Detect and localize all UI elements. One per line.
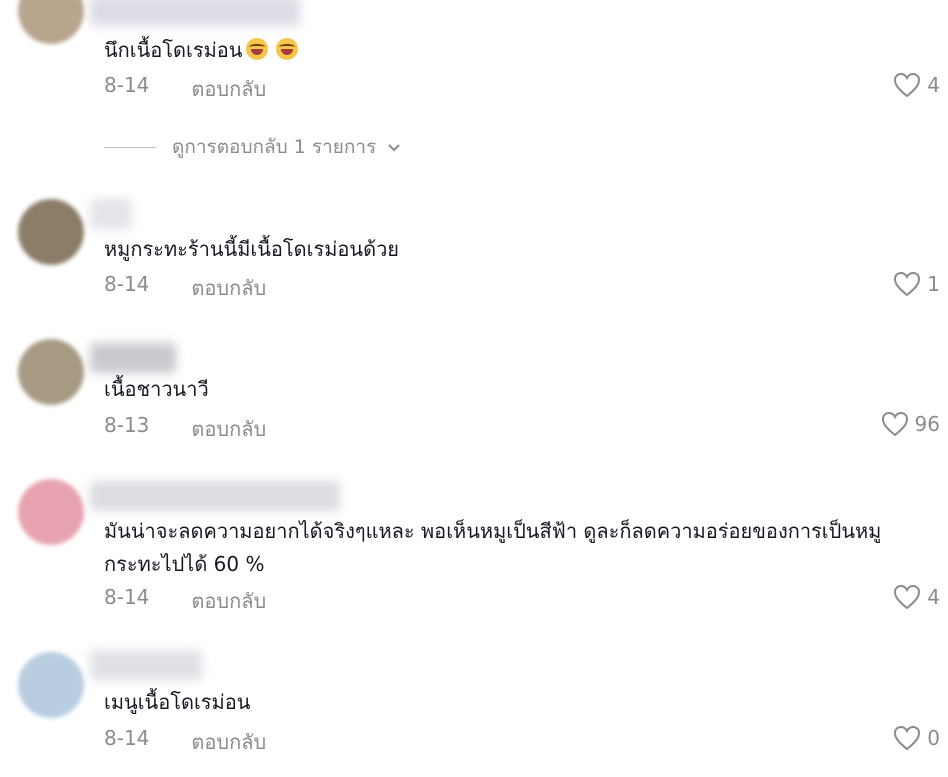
like-count: 96: [914, 412, 940, 436]
comment-text-content: นึกเนื้อโดเรม่อน: [104, 38, 243, 62]
username[interactable]: [90, 0, 300, 26]
view-replies-button[interactable]: ดูการตอบกลับ 1 รายการ: [104, 132, 402, 162]
username[interactable]: [90, 199, 132, 229]
like-button[interactable]: 0: [893, 725, 940, 751]
laughing-crying-emoji-icon: [276, 38, 299, 60]
view-replies-label: ดูการตอบกลับ 1 รายการ: [172, 136, 377, 158]
like-button[interactable]: 4: [893, 584, 940, 610]
avatar[interactable]: [18, 479, 84, 545]
heart-outline-icon: [894, 72, 921, 98]
comment-text: มันน่าจะลดความอยากได้จริงๆแหละ พอเห็นหมู…: [104, 519, 882, 576]
avatar[interactable]: [18, 339, 84, 405]
reply-button[interactable]: ตอบกลับ: [191, 413, 266, 445]
comment-item: เนื้อชาวนาวี 8-13 ตอบกลับ 96: [0, 335, 948, 445]
username[interactable]: [90, 343, 176, 373]
avatar[interactable]: [18, 199, 84, 265]
comment-item: นึกเนื้อโดเรม่อน 8-14 ตอบกลับ 4 ดูการตอบ…: [0, 0, 948, 158]
reply-button[interactable]: ตอบกลับ: [191, 585, 266, 617]
like-count: 4: [927, 585, 940, 609]
comment-item: หมูกระทะร้านนี้มีเนื้อโดเรม่อนด้วย 8-14 …: [0, 195, 948, 305]
heart-outline-icon: [881, 411, 908, 437]
heart-outline-icon: [894, 271, 921, 297]
comment-date: 8-14: [104, 272, 150, 296]
comment-meta: 8-14 ตอบกลับ: [104, 585, 266, 617]
comment-text: เมนูเนื้อโดเรม่อน: [104, 690, 251, 714]
reply-button[interactable]: ตอบกลับ: [191, 272, 266, 304]
comment-date: 8-13: [104, 413, 150, 437]
comment-text: เนื้อชาวนาวี: [104, 377, 209, 401]
comment-date: 8-14: [104, 73, 150, 97]
comment-meta: 8-13 ตอบกลับ: [104, 413, 266, 445]
heart-outline-icon: [894, 725, 921, 751]
like-button[interactable]: 4: [893, 72, 940, 98]
like-count: 0: [927, 726, 940, 750]
comment-meta: 8-14 ตอบกลับ: [104, 726, 266, 758]
avatar[interactable]: [18, 652, 84, 718]
reply-button[interactable]: ตอบกลับ: [191, 73, 266, 105]
reply-button[interactable]: ตอบกลับ: [191, 726, 266, 758]
like-button[interactable]: 1: [893, 271, 940, 297]
like-count: 1: [927, 272, 940, 296]
avatar[interactable]: [18, 0, 84, 44]
comment-meta: 8-14 ตอบกลับ: [104, 73, 266, 105]
divider-line: [104, 146, 156, 148]
chevron-down-icon: [388, 144, 401, 152]
like-button[interactable]: 96: [881, 411, 940, 437]
comment-date: 8-14: [104, 585, 150, 609]
username[interactable]: [90, 481, 340, 511]
like-count: 4: [927, 73, 940, 97]
comment-item: มันน่าจะลดความอยากได้จริงๆแหละ พอเห็นหมู…: [0, 475, 948, 625]
comment-meta: 8-14 ตอบกลับ: [104, 272, 266, 304]
comment-list: นึกเนื้อโดเรม่อน 8-14 ตอบกลับ 4 ดูการตอบ…: [0, 0, 948, 777]
comment-text: หมูกระทะร้านนี้มีเนื้อโดเรม่อนด้วย: [104, 237, 400, 261]
username[interactable]: [90, 650, 202, 680]
heart-outline-icon: [894, 584, 921, 610]
comment-date: 8-14: [104, 726, 150, 750]
comment-item: เมนูเนื้อโดเรม่อน 8-14 ตอบกลับ 0: [0, 648, 948, 777]
laughing-crying-emoji-icon: [246, 38, 269, 60]
comment-text: นึกเนื้อโดเรม่อน: [104, 34, 928, 66]
